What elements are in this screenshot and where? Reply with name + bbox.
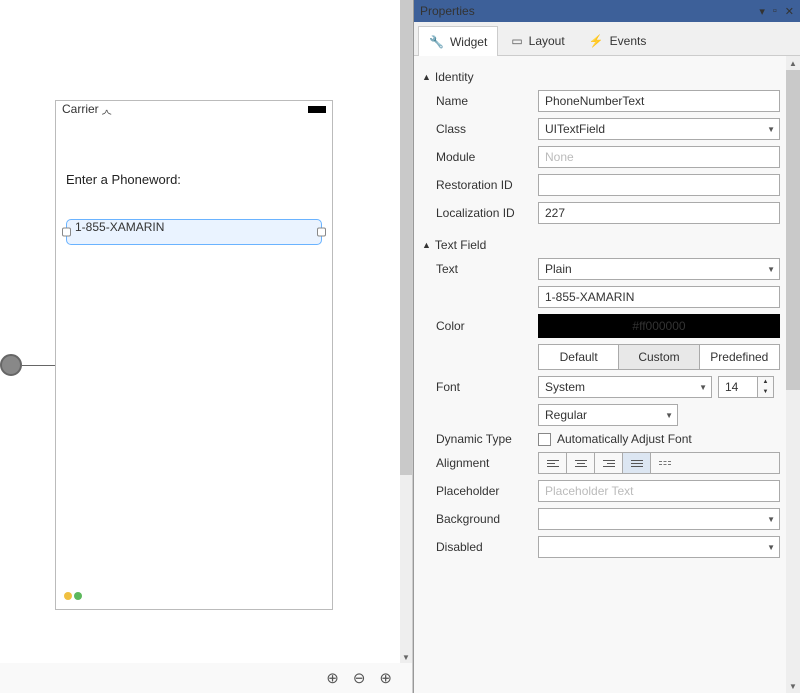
zoom-in-icon[interactable]: ⊕ <box>379 669 392 687</box>
chevron-down-icon: ▼ <box>699 383 707 392</box>
color-label: Color <box>436 319 538 333</box>
tab-widget-label: Widget <box>450 35 487 49</box>
section-identity-label: Identity <box>435 70 474 84</box>
chevron-down-icon: ▼ <box>665 411 673 420</box>
phone-statusbar: Carrier ◞◟ <box>56 101 332 117</box>
color-default-button[interactable]: Default <box>539 345 619 369</box>
phoneword-label[interactable]: Enter a Phoneword: <box>66 172 322 187</box>
alignment-label: Alignment <box>436 456 538 470</box>
color-swatch[interactable]: #ff000000 <box>538 314 780 338</box>
section-textfield[interactable]: ▲ Text Field <box>422 238 780 252</box>
tab-events-label: Events <box>610 34 647 48</box>
font-size-field[interactable] <box>718 376 758 398</box>
panel-tabs: 🔧 Widget ▭ Layout ⚡ Events <box>414 22 800 56</box>
tab-widget[interactable]: 🔧 Widget <box>418 26 498 56</box>
name-field[interactable] <box>538 90 780 112</box>
carrier-label: Carrier <box>62 102 99 116</box>
chevron-down-icon: ▼ <box>767 515 775 524</box>
font-family-field[interactable]: System▼ <box>538 376 712 398</box>
background-label: Background <box>436 512 538 526</box>
scroll-down-icon[interactable]: ▼ <box>400 651 412 663</box>
wrench-icon: 🔧 <box>429 35 444 49</box>
caret-down-icon: ▲ <box>422 240 431 250</box>
properties-panel: Properties ▾ ▫ ✕ 🔧 Widget ▭ Layout ⚡ Eve… <box>413 0 800 693</box>
align-natural-button[interactable] <box>651 453 679 473</box>
section-identity[interactable]: ▲ Identity <box>422 70 780 84</box>
phone-preview[interactable]: Carrier ◞◟ Enter a Phoneword: 1-855-XAMA… <box>55 100 333 610</box>
chevron-down-icon: ▼ <box>767 125 775 134</box>
alignment-segment <box>538 452 780 474</box>
pin-icon[interactable]: ▫ <box>773 5 777 17</box>
tab-layout-label: Layout <box>529 34 565 48</box>
class-field[interactable]: UITextField▼ <box>538 118 780 140</box>
font-weight-field[interactable]: Regular▼ <box>538 404 678 426</box>
background-field[interactable]: ▼ <box>538 508 780 530</box>
placeholder-field[interactable] <box>538 480 780 502</box>
tab-layout[interactable]: ▭ Layout <box>500 25 575 55</box>
designer-canvas[interactable]: Carrier ◞◟ Enter a Phoneword: 1-855-XAMA… <box>0 0 400 663</box>
text-value-field[interactable] <box>538 286 780 308</box>
dyntype-label: Dynamic Type <box>436 432 538 446</box>
battery-icon <box>308 106 326 113</box>
align-left-button[interactable] <box>539 453 567 473</box>
chevron-down-icon: ▼ <box>767 265 775 274</box>
restoration-label: Restoration ID <box>436 178 538 192</box>
scrollbar-thumb[interactable] <box>400 0 412 475</box>
text-mode-field[interactable]: Plain▼ <box>538 258 780 280</box>
panel-content: ▲ Identity Name Class UITextField▼ Modul… <box>414 56 786 693</box>
align-justify-button[interactable] <box>623 453 651 473</box>
panel-title: Properties <box>420 4 475 18</box>
wifi-icon: ◞◟ <box>102 102 111 116</box>
module-field[interactable] <box>538 146 780 168</box>
placeholder-label: Placeholder <box>436 484 538 498</box>
localization-field[interactable] <box>538 202 780 224</box>
text-label: Text <box>436 262 538 276</box>
module-label: Module <box>436 150 538 164</box>
selection-handles[interactable] <box>62 228 326 237</box>
class-label: Class <box>436 122 538 136</box>
designer-scrollbar[interactable]: ▼ <box>400 0 412 663</box>
panel-scrollbar[interactable]: ▲ ▼ <box>786 56 800 693</box>
color-custom-button[interactable]: Custom <box>619 345 699 369</box>
scroll-down-icon[interactable]: ▼ <box>786 679 800 693</box>
designer-toolbar: ⊕ ⊖ ⊕ <box>0 663 412 693</box>
step-up-icon[interactable]: ▲ <box>758 377 773 387</box>
disabled-field[interactable]: ▼ <box>538 536 780 558</box>
name-label: Name <box>436 94 538 108</box>
dropdown-icon[interactable]: ▾ <box>759 5 765 18</box>
disabled-label: Disabled <box>436 540 538 554</box>
font-label: Font <box>436 380 538 394</box>
step-down-icon[interactable]: ▼ <box>758 387 773 397</box>
designer-pane: Carrier ◞◟ Enter a Phoneword: 1-855-XAMA… <box>0 0 413 693</box>
align-right-button[interactable] <box>595 453 623 473</box>
font-size-stepper[interactable]: ▲▼ <box>718 376 780 398</box>
caret-down-icon: ▲ <box>422 72 431 82</box>
warnings-indicator[interactable] <box>64 592 82 603</box>
color-mode-segment: Default Custom Predefined <box>538 344 780 370</box>
scroll-up-icon[interactable]: ▲ <box>786 56 800 70</box>
zoom-out-icon[interactable]: ⊖ <box>353 669 366 687</box>
restoration-field[interactable] <box>538 174 780 196</box>
phone-textfield-selected[interactable]: 1-855-XAMARIN <box>66 219 322 245</box>
dyntype-checkbox-label: Automatically Adjust Font <box>557 432 692 446</box>
close-icon[interactable]: ✕ <box>785 5 794 18</box>
localization-label: Localization ID <box>436 206 538 220</box>
events-icon: ⚡ <box>589 34 604 48</box>
zoom-fit-icon[interactable]: ⊕ <box>326 669 339 687</box>
panel-titlebar[interactable]: Properties ▾ ▫ ✕ <box>414 0 800 22</box>
color-predefined-button[interactable]: Predefined <box>700 345 779 369</box>
section-textfield-label: Text Field <box>435 238 486 252</box>
layout-icon: ▭ <box>511 34 522 48</box>
tab-events[interactable]: ⚡ Events <box>578 25 658 55</box>
dyntype-checkbox[interactable]: Automatically Adjust Font <box>538 432 780 446</box>
scrollbar-thumb[interactable] <box>786 70 800 390</box>
align-center-button[interactable] <box>567 453 595 473</box>
chevron-down-icon: ▼ <box>767 543 775 552</box>
